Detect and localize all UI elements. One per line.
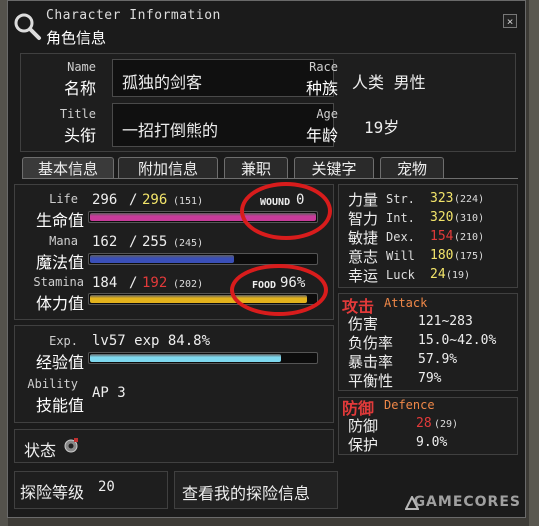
tab-keywords[interactable]: 关键字 bbox=[294, 157, 374, 179]
stat-label-zh: 力量 bbox=[348, 191, 379, 209]
attack-stat-value: 57.9% bbox=[418, 352, 458, 367]
tab-part-time[interactable]: 兼职 bbox=[224, 157, 288, 179]
age-label-zh: 年龄 bbox=[305, 126, 338, 145]
life-slash: / bbox=[129, 192, 138, 208]
race-value: 人类 男性 bbox=[352, 73, 426, 92]
mana-label-en: Mana bbox=[49, 234, 78, 248]
attack-stat-label: 平衡性 bbox=[348, 372, 394, 390]
ability-points: AP 3 bbox=[92, 385, 126, 401]
mana-label-zh: 魔法值 bbox=[35, 253, 84, 272]
window-title-en: Character Information bbox=[46, 8, 221, 23]
stat-label-en: Will bbox=[386, 249, 415, 263]
mana-bar-fill bbox=[90, 255, 234, 263]
life-max-sub: (151) bbox=[173, 196, 204, 207]
age-value: 19岁 bbox=[364, 118, 400, 137]
stat-value: 320 bbox=[430, 210, 454, 225]
status-label: 状态 bbox=[24, 441, 57, 460]
ability-label-zh: 技能值 bbox=[35, 396, 84, 415]
exp-text: lv57 exp 84.8% bbox=[92, 333, 211, 349]
stat-label-zh: 敏捷 bbox=[348, 229, 379, 247]
name-label-zh: 名称 bbox=[63, 79, 96, 98]
character-info-window: Character Information 角色信息 × Name 名称 孤独的… bbox=[7, 0, 526, 518]
exp-bar bbox=[88, 352, 318, 364]
stat-value-sub: (310) bbox=[454, 213, 485, 224]
watermark: GAMECORES bbox=[413, 494, 521, 510]
ability-label-en: Ability bbox=[27, 377, 78, 391]
defence-header-en: Defence bbox=[384, 398, 435, 412]
stamina-label-en: Stamina bbox=[33, 275, 84, 289]
close-button[interactable]: × bbox=[503, 14, 517, 28]
stat-value-sub: (175) bbox=[454, 251, 485, 262]
attack-header-en: Attack bbox=[384, 296, 428, 310]
adventure-rank-label: 探险等级 bbox=[20, 483, 85, 502]
attack-stat-label: 暴击率 bbox=[348, 353, 394, 371]
stat-label-en: Luck bbox=[386, 268, 415, 282]
stamina-label-zh: 体力值 bbox=[35, 294, 84, 313]
status-effect-icon[interactable] bbox=[62, 436, 80, 454]
exp-label-zh: 经验值 bbox=[35, 353, 84, 372]
stat-value: 180 bbox=[430, 248, 454, 263]
stat-label-en: Str. bbox=[386, 192, 415, 206]
stat-label-zh: 智力 bbox=[348, 210, 379, 228]
life-max: 296 bbox=[142, 192, 168, 208]
stat-label-zh: 幸运 bbox=[348, 267, 379, 285]
tab-basic-info[interactable]: 基本信息 bbox=[22, 157, 114, 179]
defence-value-sub: (29) bbox=[434, 419, 459, 430]
exp-label-en: Exp. bbox=[49, 334, 78, 348]
mana-slash: / bbox=[129, 234, 138, 250]
stat-label-zh: 意志 bbox=[348, 248, 379, 266]
stamina-current: 184 bbox=[92, 275, 118, 291]
wound-highlight-circle bbox=[240, 182, 332, 240]
mana-max-sub: (245) bbox=[173, 238, 204, 249]
mana-current: 162 bbox=[92, 234, 118, 250]
race-label-en: Race bbox=[309, 60, 338, 74]
stamina-slash: / bbox=[129, 275, 138, 291]
stat-value-sub: (19) bbox=[446, 270, 471, 281]
name-value: 孤独的剑客 bbox=[122, 73, 203, 92]
race-label-zh: 种族 bbox=[305, 79, 338, 98]
attack-stat-value: 15.0~42.0% bbox=[418, 333, 497, 348]
food-highlight-circle bbox=[230, 264, 328, 316]
magnifier-icon bbox=[14, 13, 41, 40]
view-adventure-info-label: 查看我的探险信息 bbox=[182, 484, 311, 503]
mana-max: 255 bbox=[142, 234, 168, 250]
attack-stat-label: 负伤率 bbox=[348, 334, 394, 352]
attack-stat-value: 121~283 bbox=[418, 314, 473, 329]
protection-label: 保护 bbox=[348, 436, 379, 454]
stamina-max-sub: (202) bbox=[173, 279, 204, 290]
tab-pets[interactable]: 宠物 bbox=[380, 157, 444, 179]
attack-stat-label: 伤害 bbox=[348, 315, 379, 333]
tab-additional-info[interactable]: 附加信息 bbox=[118, 157, 218, 179]
stat-label-en: Int. bbox=[386, 211, 415, 225]
exp-bar-fill bbox=[90, 354, 282, 362]
stat-label-en: Dex. bbox=[386, 230, 415, 244]
attack-stat-value: 79% bbox=[418, 371, 442, 386]
stat-value: 323 bbox=[430, 191, 454, 206]
name-label-en: Name bbox=[67, 60, 96, 74]
title-label-en: Title bbox=[59, 107, 96, 121]
life-current: 296 bbox=[92, 192, 118, 208]
stat-value-sub: (224) bbox=[454, 194, 485, 205]
adventure-rank-value: 20 bbox=[98, 479, 115, 495]
stat-value: 24 bbox=[430, 267, 446, 282]
title-label-zh: 头衔 bbox=[63, 126, 96, 145]
stat-value: 154 bbox=[430, 229, 454, 244]
background-right bbox=[529, 0, 539, 526]
age-label-en: Age bbox=[316, 107, 338, 121]
title-value: 一招打倒熊的 bbox=[122, 121, 219, 140]
life-label-zh: 生命值 bbox=[35, 211, 84, 230]
life-label-en: Life bbox=[49, 192, 78, 206]
tab-divider bbox=[22, 178, 518, 179]
window-title-zh: 角色信息 bbox=[46, 29, 107, 47]
stat-value-sub: (210) bbox=[454, 232, 485, 243]
defence-value: 28 bbox=[416, 416, 432, 431]
defence-label: 防御 bbox=[348, 417, 379, 435]
protection-value: 9.0% bbox=[416, 435, 448, 450]
stamina-max: 192 bbox=[142, 275, 168, 291]
